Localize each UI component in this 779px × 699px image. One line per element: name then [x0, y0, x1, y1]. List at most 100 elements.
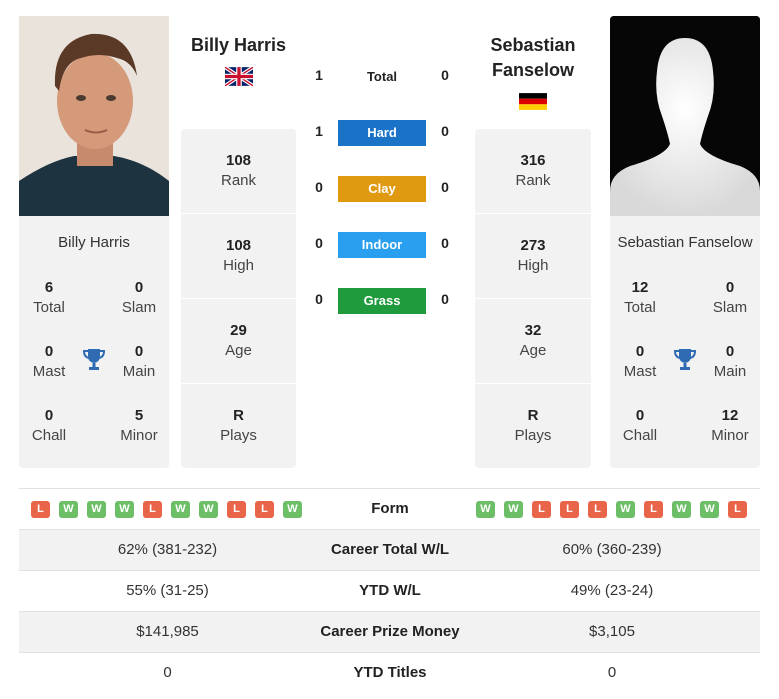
h2h-total-label: Total	[366, 69, 398, 84]
stat-label: Main	[713, 363, 747, 380]
form-loss-badge[interactable]: L	[644, 501, 663, 518]
h2h-indoor-left: 0	[315, 235, 323, 251]
table-row-ytd-titles: 0 YTD Titles 0	[19, 652, 760, 693]
stat-label: Chall	[622, 427, 658, 444]
stat-chall: 0 Chall	[19, 406, 79, 446]
form-win-badge[interactable]: W	[616, 501, 635, 518]
stat-label: Minor	[120, 427, 158, 444]
stat-chall: 0 Chall	[610, 406, 670, 446]
form-label: Form	[371, 500, 409, 517]
player-right-card: Sebastian Fanselow 12 Total 0 Slam 0 Mas…	[610, 216, 760, 468]
table-row-career-total: 62% (381-232) Career Total W/L 60% (360-…	[19, 529, 760, 570]
player-right-photo	[610, 16, 760, 216]
stat-value: 0	[134, 279, 144, 296]
form-loss-badge[interactable]: L	[255, 501, 274, 518]
table-row-prize-money: $141,985 Career Prize Money $3,105	[19, 611, 760, 652]
plays-cell: R Plays	[475, 384, 591, 469]
stat-label: Slam	[121, 299, 157, 316]
ytd-titles-left: 0	[163, 664, 172, 681]
plays-cell: R Plays	[181, 384, 296, 469]
age-label: Age	[225, 342, 252, 359]
form-right: WWLLLWLWWL	[464, 489, 760, 529]
age-label: Age	[519, 342, 547, 359]
plays-value: R	[233, 407, 244, 424]
stat-label: Main	[122, 363, 156, 380]
h2h-hard-left: 1	[315, 123, 323, 139]
stat-slam: 0 Slam	[700, 278, 760, 318]
player-right-name[interactable]: Sebastian Fanselow	[475, 33, 591, 83]
rank-value: 108	[225, 152, 252, 169]
stat-value: 0	[635, 407, 645, 424]
form-win-badge[interactable]: W	[672, 501, 691, 518]
h2h-total-right: 0	[441, 67, 449, 83]
player-right-name-line1: Sebastian	[490, 35, 576, 55]
form-win-badge[interactable]: W	[504, 501, 523, 518]
stat-label: Chall	[31, 427, 67, 444]
stat-mast: 0 Mast	[19, 342, 79, 382]
stat-label: Total	[624, 299, 656, 316]
trophy-icon	[81, 346, 107, 372]
h2h-clay-left: 0	[315, 179, 323, 195]
surface-hard-button[interactable]: Hard	[338, 120, 426, 146]
stat-value: 0	[635, 343, 645, 360]
form-win-badge[interactable]: W	[700, 501, 719, 518]
career-total-right: 60% (360-239)	[562, 541, 662, 558]
rank-value: 316	[520, 152, 546, 169]
player-left-card: Billy Harris 6 Total 0 Slam 0 Mast 0 Mai…	[19, 216, 169, 468]
prize-money-label: Career Prize Money	[320, 623, 460, 640]
form-loss-badge[interactable]: L	[532, 501, 551, 518]
form-loss-badge[interactable]: L	[560, 501, 579, 518]
player-left-ranking-panel: 108 Rank 108 High 29 Age R Plays	[181, 129, 296, 468]
stat-total: 12 Total	[610, 278, 670, 318]
form-win-badge[interactable]: W	[59, 501, 78, 518]
player-left-portrait	[19, 16, 169, 216]
age-cell: 32 Age	[475, 299, 591, 384]
plays-value: R	[527, 407, 539, 424]
form-loss-badge[interactable]: L	[143, 501, 162, 518]
player-left-photo	[19, 16, 169, 216]
player-right-card-name: Sebastian Fanselow	[617, 234, 753, 251]
rank-label: Rank	[220, 172, 257, 189]
age-cell: 29 Age	[181, 299, 296, 384]
ytd-titles-label: YTD Titles	[353, 664, 427, 681]
prize-money-right: $3,105	[589, 623, 635, 640]
stat-value: 5	[134, 407, 144, 424]
form-win-badge[interactable]: W	[87, 501, 106, 518]
prize-money-left: $141,985	[136, 623, 199, 640]
form-win-badge[interactable]: W	[171, 501, 190, 518]
form-left: LWWWLWWLLW	[19, 489, 316, 529]
h2h-hard-right: 0	[441, 123, 449, 139]
h2h-clay-right: 0	[441, 179, 449, 195]
ytd-titles-right: 0	[607, 664, 617, 681]
player-left-name[interactable]: Billy Harris	[181, 33, 296, 58]
form-loss-badge[interactable]: L	[31, 501, 50, 518]
form-loss-badge[interactable]: L	[728, 501, 747, 518]
high-value: 108	[225, 237, 252, 254]
form-row: LWWWLWWLLW Form WWLLLWLWWL	[19, 488, 760, 529]
form-win-badge[interactable]: W	[115, 501, 134, 518]
h2h-grass-right: 0	[441, 291, 449, 307]
age-value: 32	[524, 322, 542, 339]
high-cell: 108 High	[181, 214, 296, 299]
form-win-badge[interactable]: W	[283, 501, 302, 518]
player-right-name-line2: Fanselow	[491, 60, 575, 80]
form-win-badge[interactable]: W	[199, 501, 218, 518]
form-loss-badge[interactable]: L	[227, 501, 246, 518]
stat-value: 6	[44, 279, 54, 296]
plays-label: Plays	[220, 427, 257, 444]
stat-label: Mast	[32, 363, 66, 380]
stat-main: 0 Main	[109, 342, 169, 382]
stat-value: 0	[134, 343, 144, 360]
high-label: High	[223, 257, 254, 274]
uk-flag-icon	[223, 65, 255, 88]
surface-indoor-button[interactable]: Indoor	[338, 232, 426, 258]
form-loss-badge[interactable]: L	[588, 501, 607, 518]
form-win-badge[interactable]: W	[476, 501, 495, 518]
career-total-label: Career Total W/L	[330, 541, 450, 558]
h2h-total-left: 1	[315, 67, 323, 83]
stat-value: 0	[44, 343, 54, 360]
surface-clay-button[interactable]: Clay	[338, 176, 426, 202]
rank-label: Rank	[515, 172, 551, 189]
h2h-grass-left: 0	[315, 291, 323, 307]
surface-grass-button[interactable]: Grass	[338, 288, 426, 314]
